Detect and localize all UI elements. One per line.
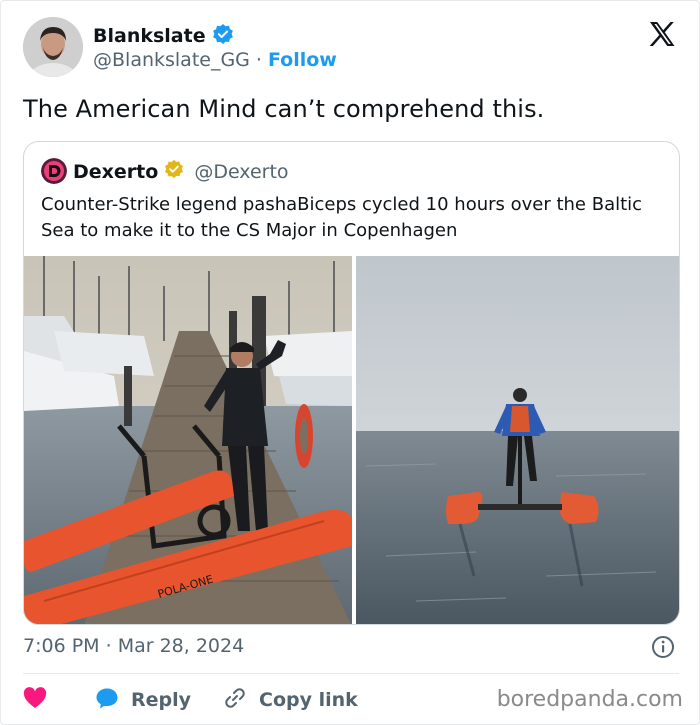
copy-link-label: Copy link [259,689,358,711]
author-handle-row: @Blankslate_GG · Follow [93,49,337,71]
reply-button[interactable]: Reply [95,687,191,714]
reply-bubble-icon [95,687,119,714]
photo-marina-water-bike[interactable]: POLA-ONE [24,256,352,624]
quoted-display-name[interactable]: Dexerto [73,161,158,183]
author-avatar[interactable] [23,17,83,77]
author-name-row: Blankslate [93,23,234,49]
action-bar: Reply Copy link [23,685,358,715]
meta-separator: · [105,635,112,657]
tweet-date: Mar 28, 2024 [117,635,245,657]
tweet-timestamp[interactable]: 7:06 PM · Mar 28, 2024 [23,635,244,657]
x-logo-icon[interactable] [647,19,677,49]
reply-label: Reply [131,689,192,711]
quoted-text: Counter-Strike legend pashaBiceps cycled… [41,194,643,241]
copy-link-button[interactable]: Copy link [223,686,358,715]
photo-open-sea-water-bike[interactable] [356,256,679,624]
heart-icon [23,686,47,714]
quoted-handle[interactable]: @Dexerto [194,161,288,183]
verified-badge-icon [212,23,234,49]
tweet-time: 7:06 PM [23,635,100,657]
author-handle[interactable]: @Blankslate_GG [93,49,250,71]
author-display-name[interactable]: Blankslate [93,25,206,47]
quoted-name-row: Dexerto @Dexerto [73,159,289,184]
follow-button[interactable]: Follow [268,49,337,71]
tweet-card: Blankslate @Blankslate_GG · Follow The A… [0,0,700,725]
tweet-text: The American Mind can’t comprehend this. [23,95,545,123]
like-button[interactable] [23,686,47,714]
quoted-tweet[interactable]: Dexerto @Dexerto Counter-Strike legend p… [23,141,680,625]
watermark: boredpanda.com [496,687,683,712]
gold-verified-badge-icon [164,159,184,184]
quoted-avatar[interactable] [41,158,67,184]
info-icon[interactable] [651,635,675,659]
link-icon [223,686,247,715]
handle-separator: · [255,49,262,71]
divider [23,673,679,674]
